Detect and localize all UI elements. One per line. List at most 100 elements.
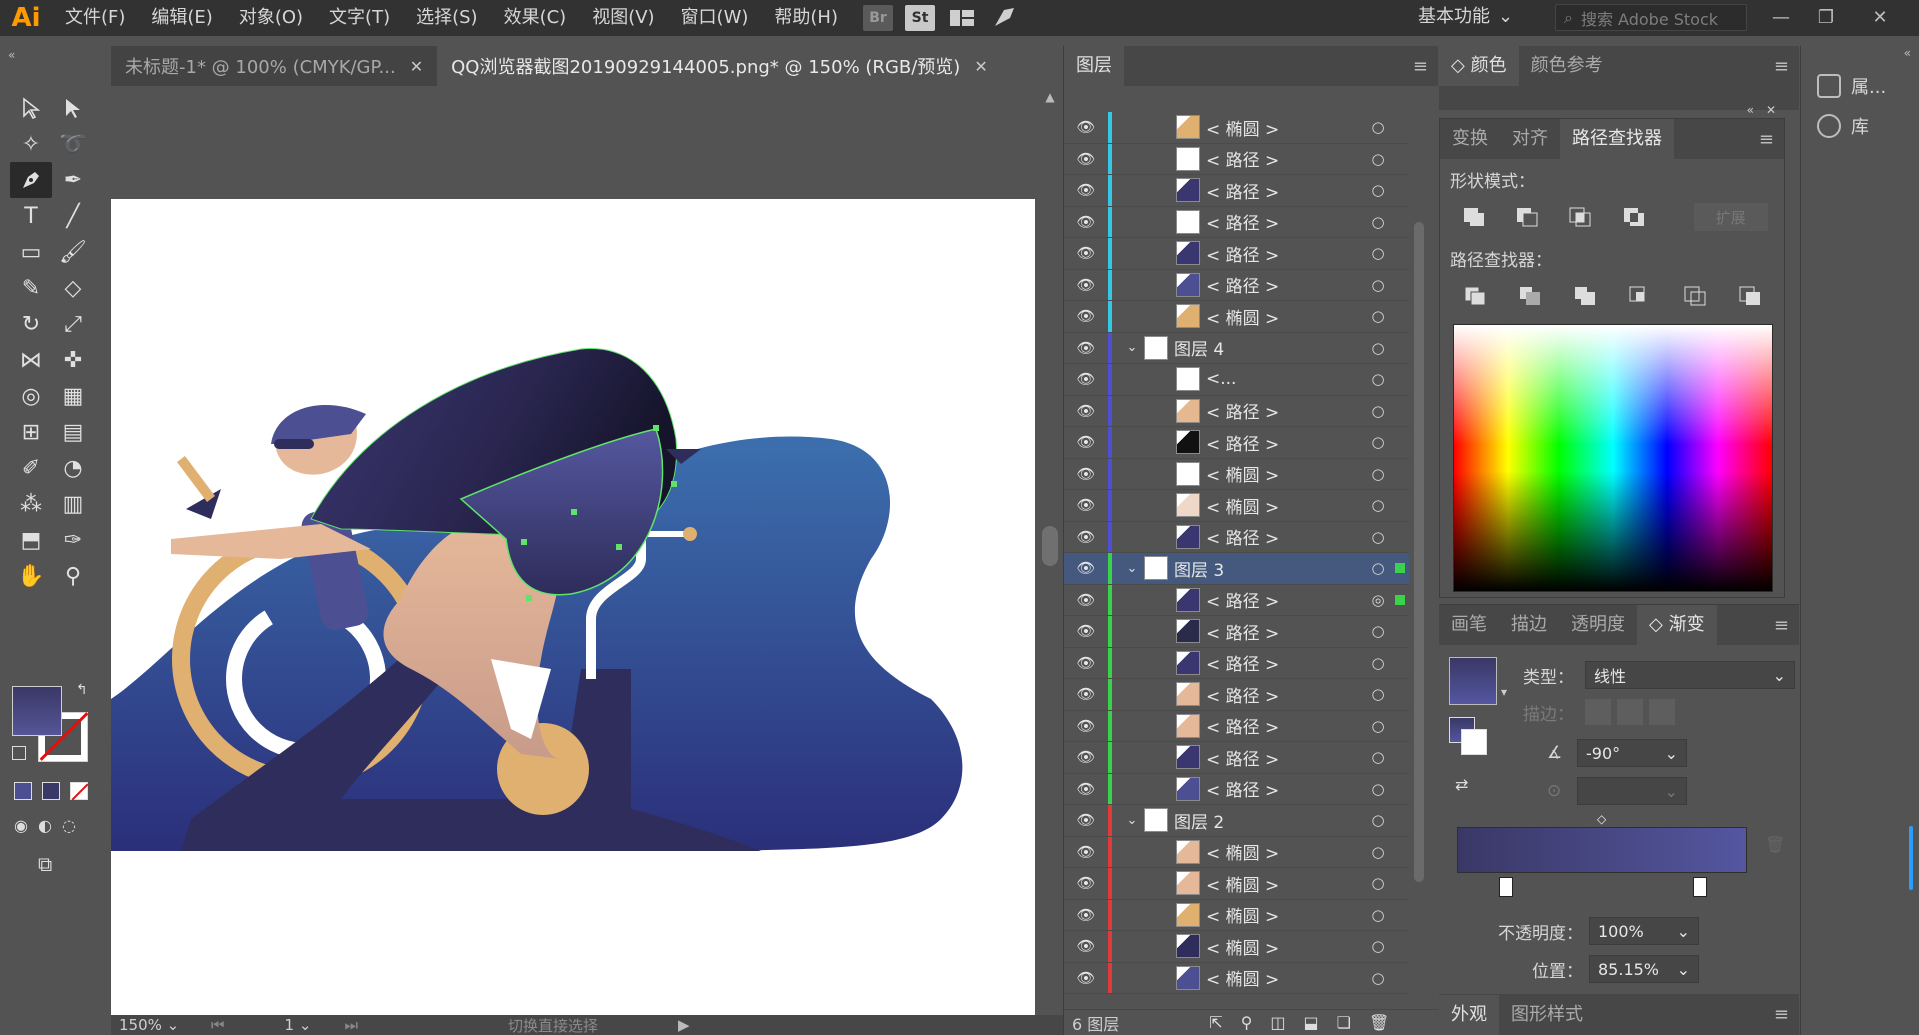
gradient-stop-start[interactable] bbox=[1499, 877, 1513, 897]
target-circle-icon[interactable]: ○ bbox=[1361, 654, 1395, 672]
stroke-gradient-across-icon[interactable] bbox=[1649, 699, 1675, 725]
shaper-tool-icon[interactable]: ✎ bbox=[10, 270, 52, 306]
status-menu-icon[interactable]: ▶ bbox=[678, 1016, 690, 1034]
visibility-eye-icon[interactable]: 👁 bbox=[1064, 591, 1108, 609]
sublayer-row[interactable]: 👁 < 路径 > ○ bbox=[1064, 175, 1409, 207]
sublayer-row[interactable]: 👁 < 椭圆 > ○ bbox=[1064, 301, 1409, 333]
stroke-gradient-within-icon[interactable] bbox=[1585, 699, 1611, 725]
visibility-eye-icon[interactable]: 👁 bbox=[1064, 370, 1108, 388]
opacity-select[interactable]: 100% ⌄ bbox=[1589, 917, 1699, 945]
expand-toggle-icon[interactable]: ⌄ bbox=[1120, 813, 1144, 828]
anchor-point[interactable] bbox=[526, 595, 532, 601]
sublayer-row[interactable]: 👁 < 椭圆 > ○ bbox=[1064, 868, 1409, 900]
target-circle-icon[interactable]: ○ bbox=[1361, 213, 1395, 231]
target-circle-icon[interactable]: ○ bbox=[1361, 465, 1395, 483]
close-icon[interactable]: ✕ bbox=[1766, 103, 1776, 117]
intersect-button[interactable] bbox=[1563, 202, 1598, 232]
target-circle-icon[interactable]: ○ bbox=[1361, 528, 1395, 546]
scroll-thumb[interactable] bbox=[1042, 526, 1058, 566]
tab-pathfinder[interactable]: 路径查找器 bbox=[1560, 119, 1674, 159]
gradient-tool-icon[interactable]: ▤ bbox=[52, 414, 94, 450]
midpoint-diamond-icon[interactable]: ◇ bbox=[1597, 812, 1606, 826]
target-circle-icon[interactable]: ○ bbox=[1361, 622, 1395, 640]
crop-button[interactable] bbox=[1621, 281, 1658, 311]
visibility-eye-icon[interactable]: 👁 bbox=[1064, 118, 1108, 136]
column-graph-tool-icon[interactable]: ▥ bbox=[52, 486, 94, 522]
collapse-icon[interactable]: « bbox=[8, 48, 15, 62]
visibility-eye-icon[interactable]: 👁 bbox=[1064, 843, 1108, 861]
stock-button[interactable]: St bbox=[905, 5, 935, 31]
minimize-icon[interactable]: — bbox=[1761, 0, 1801, 34]
visibility-eye-icon[interactable]: 👁 bbox=[1064, 811, 1108, 829]
gradient-slider[interactable] bbox=[1457, 827, 1747, 873]
target-circle-icon[interactable]: ○ bbox=[1361, 276, 1395, 294]
visibility-eye-icon[interactable]: 👁 bbox=[1064, 780, 1108, 798]
target-circle-icon[interactable]: ○ bbox=[1361, 843, 1395, 861]
tab-graphic-styles[interactable]: 图形样式 bbox=[1499, 995, 1595, 1035]
sublayer-row[interactable]: 👁 < 椭圆 > ○ bbox=[1064, 490, 1409, 522]
visibility-eye-icon[interactable]: 👁 bbox=[1064, 402, 1108, 420]
menu-item[interactable]: 效果(C) bbox=[491, 0, 580, 36]
scroll-up-icon[interactable]: ▲ bbox=[1037, 90, 1063, 104]
draw-normal-icon[interactable]: ◉ bbox=[14, 816, 28, 835]
slice-tool-icon[interactable]: ✑ bbox=[52, 522, 94, 558]
menu-item[interactable]: 文件(F) bbox=[52, 0, 138, 36]
visibility-eye-icon[interactable]: 👁 bbox=[1064, 433, 1108, 451]
tab-color-guide[interactable]: 颜色参考 bbox=[1519, 46, 1615, 86]
target-circle-icon[interactable]: ◎ bbox=[1361, 591, 1395, 609]
sublayer-row[interactable]: 👁 < 路径 > ○ bbox=[1064, 206, 1409, 238]
tab-transform[interactable]: 变换 bbox=[1440, 119, 1500, 159]
target-circle-icon[interactable]: ○ bbox=[1361, 370, 1395, 388]
gradient-mode-icon[interactable] bbox=[42, 782, 60, 800]
angle-select[interactable]: -90° ⌄ bbox=[1577, 739, 1687, 767]
sublayer-row[interactable]: 👁 < 路径 > ○ bbox=[1064, 521, 1409, 553]
target-circle-icon[interactable]: ○ bbox=[1361, 811, 1395, 829]
menu-item[interactable]: 文字(T) bbox=[316, 0, 403, 36]
selection-tool-icon[interactable] bbox=[10, 90, 52, 126]
sublayer-row[interactable]: 👁 < 路径 > ○ bbox=[1064, 679, 1409, 711]
target-circle-icon[interactable]: ○ bbox=[1361, 748, 1395, 766]
sublayer-row[interactable]: 👁 < 路径 > ○ bbox=[1064, 773, 1409, 805]
close-icon[interactable]: ✕ bbox=[410, 57, 423, 76]
visibility-eye-icon[interactable]: 👁 bbox=[1064, 307, 1108, 325]
close-icon[interactable]: ✕ bbox=[1860, 0, 1900, 34]
sublayer-row[interactable]: 👁 <... ○ bbox=[1064, 364, 1409, 396]
type-tool-icon[interactable]: T bbox=[10, 198, 52, 234]
color-mode-icon[interactable] bbox=[14, 782, 32, 800]
gradient-type-select[interactable]: 线性 ⌄ bbox=[1585, 661, 1795, 689]
workspace-switcher[interactable]: 基本功能 ⌄ bbox=[1418, 0, 1513, 34]
tab-qq-screenshot[interactable]: QQ浏览器截图20190929144005.png* @ 150% (RGB/预… bbox=[437, 46, 1002, 86]
exclude-button[interactable] bbox=[1616, 202, 1651, 232]
eraser-tool-icon[interactable]: ◇ bbox=[52, 270, 94, 306]
panel-menu-icon[interactable]: ≡ bbox=[1759, 129, 1774, 150]
trim-button[interactable] bbox=[1511, 281, 1548, 311]
arrange-documents-icon[interactable] bbox=[947, 5, 977, 31]
draw-inside-icon[interactable]: ◌ bbox=[62, 816, 76, 835]
clipping-mask-icon[interactable]: ◫ bbox=[1270, 1013, 1285, 1032]
tab-untitled-1[interactable]: 未标题-1* @ 100% (CMYK/GP... ✕ bbox=[111, 46, 438, 86]
swap-fill-stroke-icon[interactable]: ↰ bbox=[76, 682, 88, 698]
expand-toggle-icon[interactable]: ⌄ bbox=[1120, 340, 1144, 355]
sublayer-row[interactable]: 👁 < 路径 > ○ bbox=[1064, 427, 1409, 459]
layer-row[interactable]: 👁 ⌄ 图层 3 ○ bbox=[1064, 553, 1409, 585]
visibility-eye-icon[interactable]: 👁 bbox=[1064, 528, 1108, 546]
stroke-mini-swatch[interactable] bbox=[1461, 729, 1487, 755]
sublayer-row[interactable]: 👁 < 路径 > ○ bbox=[1064, 616, 1409, 648]
zoom-level-select[interactable]: 150% ⌄ bbox=[111, 1016, 211, 1034]
divide-button[interactable] bbox=[1456, 281, 1493, 311]
scroll-thumb[interactable] bbox=[1414, 222, 1424, 882]
direct-selection-tool-icon[interactable] bbox=[52, 90, 94, 126]
target-circle-icon[interactable]: ○ bbox=[1361, 969, 1395, 987]
menu-item[interactable]: 窗口(W) bbox=[668, 0, 762, 36]
layers-scrollbar[interactable] bbox=[1412, 92, 1426, 1012]
artboard[interactable] bbox=[111, 199, 1035, 1015]
target-circle-icon[interactable]: ○ bbox=[1361, 402, 1395, 420]
visibility-eye-icon[interactable]: 👁 bbox=[1064, 181, 1108, 199]
visibility-eye-icon[interactable]: 👁 bbox=[1064, 339, 1108, 357]
target-circle-icon[interactable]: ○ bbox=[1361, 780, 1395, 798]
minus-front-button[interactable] bbox=[1509, 202, 1544, 232]
sublayer-row[interactable]: 👁 < 椭圆 > ○ bbox=[1064, 112, 1409, 144]
gpu-performance-icon[interactable] bbox=[989, 5, 1019, 31]
sublayer-row[interactable]: 👁 < 椭圆 > ○ bbox=[1064, 962, 1409, 994]
restore-icon[interactable]: ❐ bbox=[1806, 0, 1846, 34]
